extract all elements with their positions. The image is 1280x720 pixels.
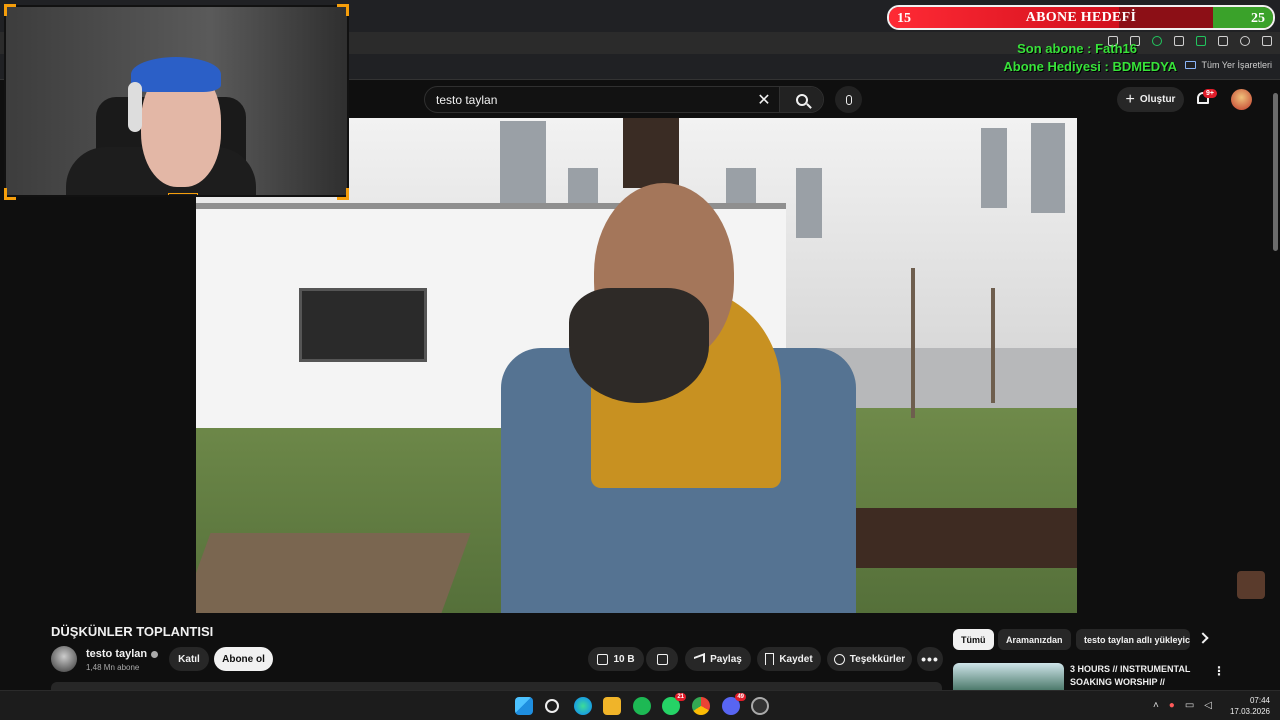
video-post <box>623 118 679 188</box>
windows-start-icon[interactable] <box>515 697 533 715</box>
chip-uploader[interactable]: testo taylan adlı yükleyici <box>1076 629 1190 650</box>
subscriber-goal-title: ABONE HEDEFİ <box>1025 10 1137 25</box>
taskbar-search-icon[interactable] <box>545 699 559 713</box>
chip-from-search[interactable]: Aramanızdan <box>998 629 1071 650</box>
taskbar: 21 49 ˄ ● ▭ ◁ 07:44 17.03.2026 <box>0 690 1280 720</box>
thanks-icon <box>833 653 845 665</box>
join-button[interactable]: Katıl <box>169 647 209 671</box>
subscriber-goal-target: 25 <box>1251 11 1265 26</box>
webcam-overlay <box>4 5 349 197</box>
profile-icon[interactable] <box>1240 36 1250 46</box>
last-subscriber-text: Son abone : Fath16 <box>1017 41 1137 56</box>
share-button[interactable]: Paylaş <box>685 647 751 671</box>
webcam-corner <box>4 188 16 200</box>
webcam-hair <box>131 57 221 92</box>
plus-icon: + <box>1125 90 1135 108</box>
clear-search-button[interactable]: ✕ <box>749 87 779 112</box>
discord-icon[interactable]: 49 <box>722 693 746 715</box>
account-avatar[interactable] <box>1231 89 1252 110</box>
dislike-button[interactable] <box>646 647 678 671</box>
chevron-right-icon[interactable] <box>1197 632 1209 644</box>
verified-icon <box>151 650 159 658</box>
extension-green-icon[interactable] <box>1196 36 1206 46</box>
edge-icon[interactable] <box>574 697 592 715</box>
clock-time: 07:44 <box>1249 696 1270 705</box>
bookmark-icon <box>765 653 775 665</box>
create-label: Oluştur <box>1139 94 1176 105</box>
search-button[interactable] <box>779 87 823 112</box>
video-bench <box>196 533 471 613</box>
channel-name[interactable]: testo taylan <box>86 648 147 660</box>
clock-date: 17.03.2026 <box>1229 707 1270 716</box>
channel-name-row[interactable]: testo taylan <box>86 648 159 660</box>
video-window <box>299 288 427 362</box>
thanks-button[interactable]: Teşekkürler <box>827 647 912 671</box>
network-icon[interactable]: ▭ <box>1185 700 1194 711</box>
floating-avatar <box>1237 571 1265 599</box>
system-clock[interactable]: 07:44 17.03.2026 <box>1230 695 1270 717</box>
more-icon: ••• <box>921 651 939 667</box>
screen: Tüm Yer İşaretleri testo taylan ✕ + Oluş… <box>0 0 1280 720</box>
puzzle-icon[interactable] <box>1174 36 1184 46</box>
subscriber-gift-text: Abone Hediyesi : BDMEDYA <box>1003 59 1177 74</box>
more-actions-button[interactable]: ••• <box>917 647 943 671</box>
file-explorer-icon[interactable] <box>603 697 621 715</box>
discord-badge: 49 <box>735 693 746 701</box>
thumbs-down-icon <box>656 653 668 665</box>
volume-icon[interactable]: ◁ <box>1204 700 1212 711</box>
spotify-icon[interactable] <box>633 697 651 715</box>
video-tree <box>991 288 995 403</box>
video-bench-back <box>856 508 1077 568</box>
video-tower <box>1031 123 1065 213</box>
webcam-corner <box>337 188 349 200</box>
microphone-icon <box>845 94 852 105</box>
webcam-corner <box>4 4 16 16</box>
chrome-icon[interactable] <box>692 697 710 715</box>
video-tower <box>796 168 822 238</box>
save-label: Kaydet <box>779 653 813 665</box>
voice-search-button[interactable] <box>835 86 862 113</box>
webcam-corner <box>337 4 349 16</box>
share-label: Paylaş <box>710 653 742 665</box>
thumbs-up-icon <box>597 653 609 665</box>
channel-subscriber-count: 1,48 Mn abone <box>86 663 140 672</box>
chip-all[interactable]: Tümü <box>953 629 994 650</box>
channel-avatar[interactable] <box>51 646 77 672</box>
create-button[interactable]: + Oluştur <box>1117 87 1184 112</box>
thanks-label: Teşekkürler <box>849 653 906 665</box>
recommendation-menu-icon[interactable]: ⋮ <box>1213 664 1225 678</box>
all-bookmarks[interactable]: Tüm Yer İşaretleri <box>1185 60 1272 70</box>
save-button[interactable]: Kaydet <box>757 647 821 671</box>
extension-icon[interactable] <box>1152 36 1162 46</box>
microphone-tray-icon[interactable]: ● <box>1169 700 1175 711</box>
reading-list-icon[interactable] <box>1218 36 1228 46</box>
like-count: 10 B <box>613 653 635 665</box>
page-scrollbar[interactable] <box>1273 93 1278 251</box>
webcam-logo <box>168 193 198 195</box>
search-box: testo taylan ✕ <box>424 86 824 113</box>
video-tree <box>911 268 915 418</box>
system-tray: ˄ ● ▭ ◁ <box>1153 700 1212 711</box>
notifications-button[interactable]: 9+ <box>1194 89 1217 109</box>
notifications-badge: 9+ <box>1203 89 1217 98</box>
like-button[interactable]: 10 B <box>588 647 644 671</box>
menu-icon[interactable] <box>1262 36 1272 46</box>
tray-chevron-icon[interactable]: ˄ <box>1153 700 1159 711</box>
whatsapp-badge: 21 <box>675 693 686 701</box>
recommendation-thumbnail[interactable] <box>953 663 1064 693</box>
obs-icon[interactable] <box>751 697 769 715</box>
video-tower <box>981 128 1007 208</box>
share-icon <box>694 652 706 666</box>
search-icon <box>795 93 808 106</box>
all-bookmarks-label: Tüm Yer İşaretleri <box>1201 60 1272 70</box>
webcam-headset <box>128 82 142 132</box>
subscriber-goal-bar: 15 ABONE HEDEFİ 25 <box>887 5 1275 30</box>
video-title: DÜŞKÜNLER TOPLANTISI <box>51 624 214 639</box>
search-input[interactable]: testo taylan <box>425 93 749 107</box>
folder-icon <box>1185 61 1197 69</box>
video-person-beard <box>569 288 709 403</box>
subscribe-button[interactable]: Abone ol <box>214 647 273 671</box>
whatsapp-icon[interactable]: 21 <box>662 693 686 715</box>
